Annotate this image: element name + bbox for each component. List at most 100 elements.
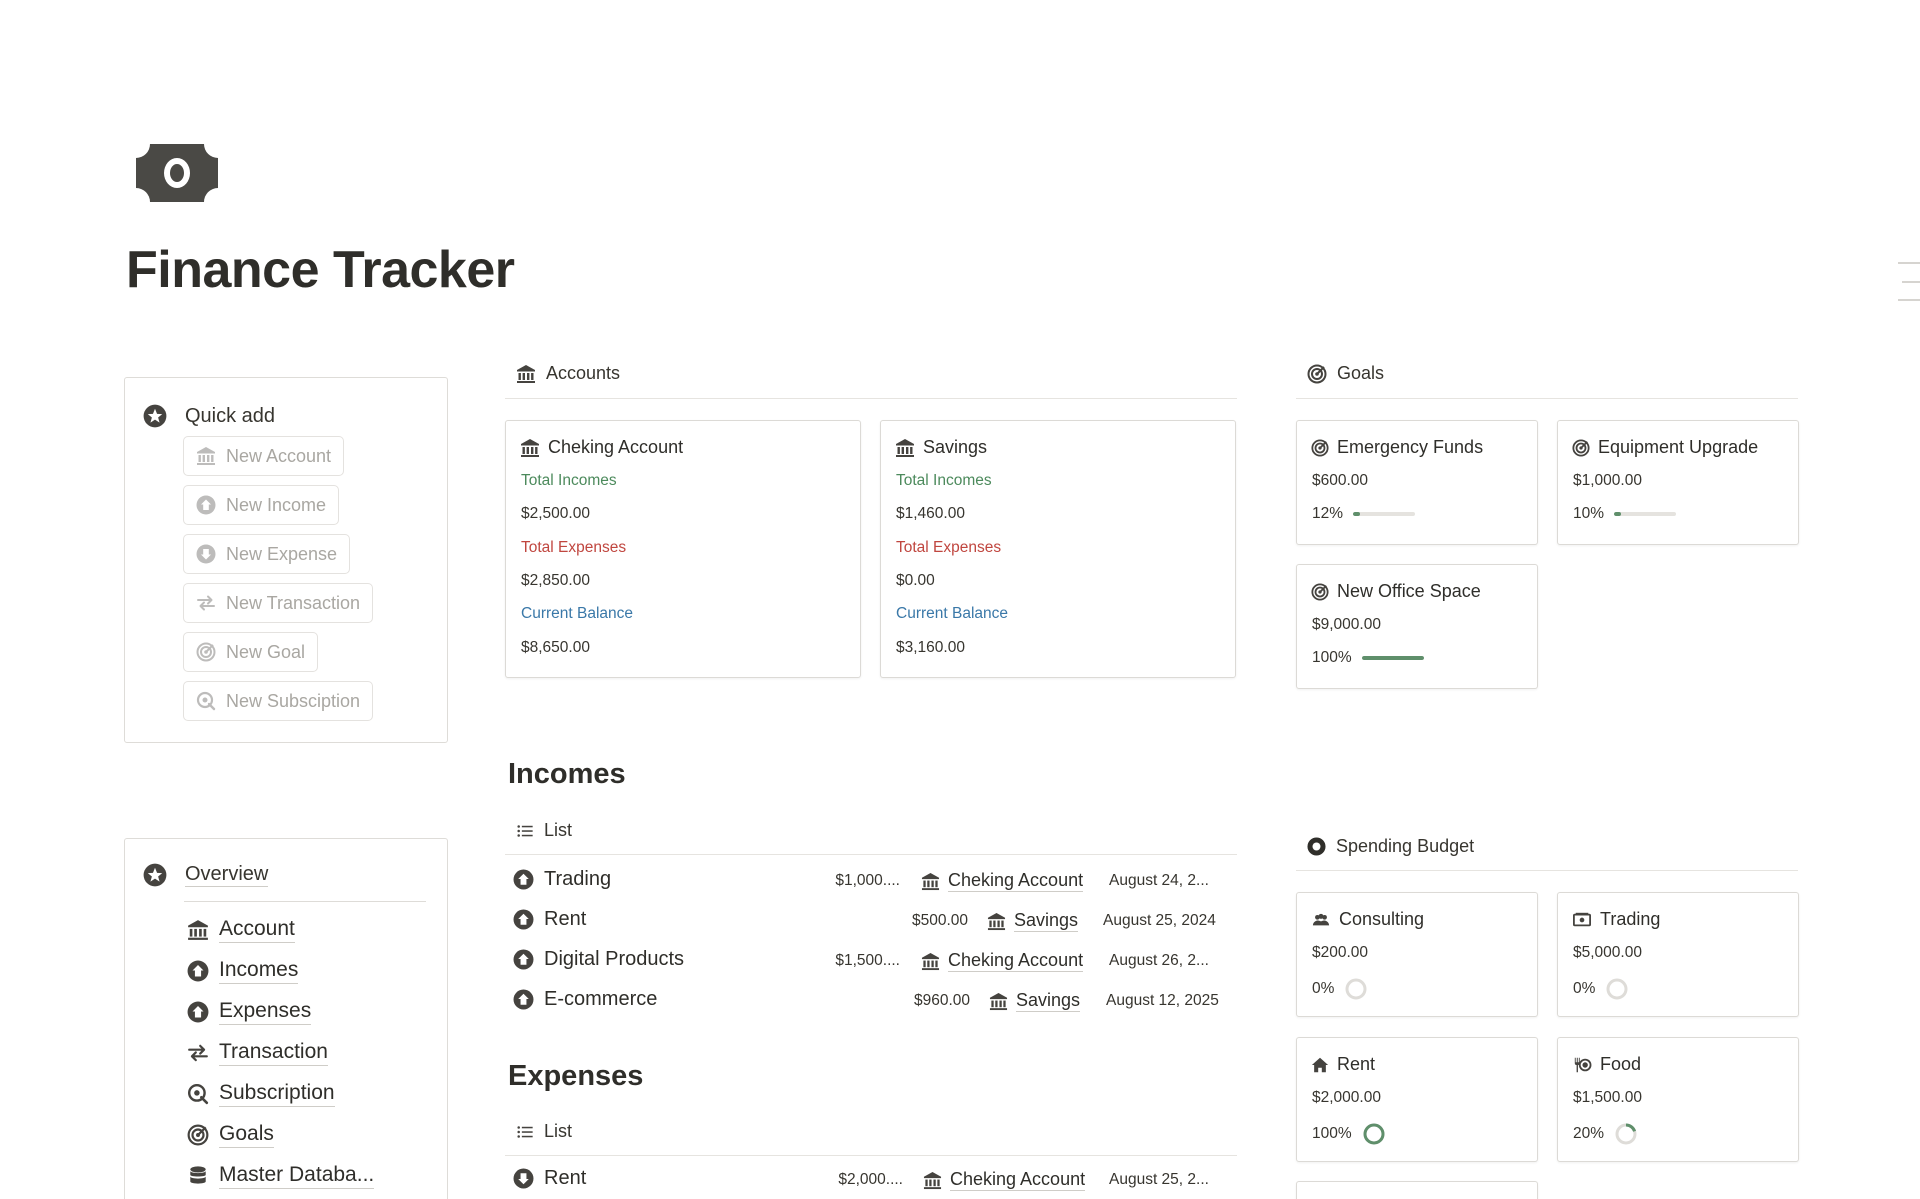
arrow-up-circle-icon <box>187 960 209 982</box>
goals-header[interactable]: Goals <box>1307 363 1384 384</box>
goal-amount: $600.00 <box>1312 472 1369 489</box>
goal-card-emergency-funds[interactable]: Emergency Funds $600.00 12% <box>1296 420 1538 545</box>
budget-percent: 20% <box>1573 1125 1605 1142</box>
people-icon <box>1311 911 1331 929</box>
budget-card-trading[interactable]: Trading $5,000.00 0% <box>1557 892 1799 1017</box>
new-transaction-button[interactable]: New Transaction <box>183 583 374 623</box>
toc-line[interactable] <box>1902 281 1920 283</box>
total-incomes-value: $2,500.00 <box>521 505 590 522</box>
target-icon <box>196 642 216 662</box>
overview-item-master-database[interactable]: Master Databa... <box>187 1163 375 1189</box>
budget-card-consulting[interactable]: Consulting $200.00 0% <box>1296 892 1538 1017</box>
arrow-up-circle-icon <box>513 909 534 930</box>
target-icon <box>1311 439 1329 457</box>
goal-percent: 10% <box>1573 505 1605 522</box>
goal-card-new-office-space[interactable]: New Office Space $9,000.00 100% <box>1296 564 1538 689</box>
cash-icon <box>1572 911 1592 929</box>
bank-icon <box>895 438 915 458</box>
list-item[interactable]: Rent $500.00 Savings August 25, 2024 <box>505 902 1235 942</box>
incomes-view-tab-list[interactable]: List <box>516 820 572 841</box>
star-circle-icon <box>143 404 167 428</box>
overview-item-goals[interactable]: Goals <box>187 1122 274 1148</box>
expenses-view-tab-list[interactable]: List <box>516 1121 572 1142</box>
budget-card-food[interactable]: Food $1,500.00 20% <box>1557 1037 1799 1162</box>
total-expenses-label: Total Expenses <box>521 539 627 556</box>
overview-title[interactable]: Overview <box>185 863 269 887</box>
subscription-icon <box>187 1083 209 1105</box>
new-goal-button[interactable]: New Goal <box>183 632 319 672</box>
ring-fill <box>1363 1123 1385 1145</box>
arrow-down-circle-icon <box>513 1168 534 1189</box>
quick-add-panel: Quick add New Account New Income New Exp… <box>124 377 448 743</box>
total-expenses-label: Total Expenses <box>896 539 1002 556</box>
total-incomes-label: Total Incomes <box>521 472 617 489</box>
incomes-heading: Incomes <box>508 758 626 790</box>
budget-amount: $1,500.00 <box>1573 1089 1642 1106</box>
bank-icon <box>989 992 1008 1011</box>
goal-progress-bar <box>1353 512 1416 516</box>
goal-progress-bar <box>1361 656 1424 660</box>
bank-icon <box>187 919 209 941</box>
target-icon <box>1311 583 1329 601</box>
budget-amount: $200.00 <box>1312 944 1369 961</box>
list-icon <box>516 822 534 840</box>
budget-card-rent[interactable]: Rent $2,000.00 100% <box>1296 1037 1538 1162</box>
budget-progress-ring <box>1615 1123 1637 1145</box>
budget-card-partial[interactable] <box>1296 1181 1538 1199</box>
arrow-up-circle-icon <box>196 495 216 515</box>
goal-percent: 12% <box>1312 505 1344 522</box>
goal-card-equipment-upgrade[interactable]: Equipment Upgrade $1,000.00 10% <box>1557 420 1799 545</box>
budget-amount: $5,000.00 <box>1573 944 1642 961</box>
spending-budget-header[interactable]: Spending Budget <box>1307 836 1474 857</box>
bank-icon <box>520 438 540 458</box>
budget-percent: 100% <box>1312 1125 1352 1142</box>
goal-percent: 100% <box>1312 649 1352 666</box>
bank-icon <box>516 364 536 384</box>
goal-amount: $1,000.00 <box>1573 472 1642 489</box>
overview-item-account[interactable]: Account <box>187 917 295 943</box>
target-icon <box>187 1124 209 1146</box>
new-income-button[interactable]: New Income <box>183 485 340 525</box>
bank-icon <box>987 912 1006 931</box>
list-item[interactable]: Digital Products $1,500.... Cheking Acco… <box>505 942 1235 982</box>
arrow-up-circle-icon <box>513 869 534 890</box>
bank-icon <box>921 872 940 891</box>
new-subscription-button[interactable]: New Subsciption <box>183 681 374 721</box>
page-title: Finance Tracker <box>126 241 515 299</box>
accounts-header[interactable]: Accounts <box>516 363 620 384</box>
account-card-checking[interactable]: Cheking Account Total Incomes $2,500.00 … <box>505 420 861 678</box>
bank-icon <box>923 1171 942 1190</box>
overview-item-transaction[interactable]: Transaction <box>187 1040 328 1066</box>
goal-amount: $9,000.00 <box>1312 616 1381 633</box>
new-account-button[interactable]: New Account <box>183 436 345 476</box>
arrow-up-circle-icon <box>513 949 534 970</box>
incomes-list: Trading $1,000.... Cheking Account Augus… <box>505 862 1237 1032</box>
list-item[interactable]: Trading $1,000.... Cheking Account Augus… <box>505 862 1235 902</box>
overview-item-incomes[interactable]: Incomes <box>187 958 299 984</box>
list-icon <box>516 1123 534 1141</box>
overview-item-subscription[interactable]: Subscription <box>187 1081 335 1107</box>
star-circle-icon <box>143 863 167 887</box>
current-balance-label: Current Balance <box>896 605 1009 622</box>
budget-percent: 0% <box>1573 980 1596 997</box>
arrow-up-circle-icon <box>187 1001 209 1023</box>
database-icon <box>187 1165 209 1187</box>
list-item[interactable]: E-commerce $960.00 Savings August 12, 20… <box>505 982 1235 1022</box>
budget-circle-icon <box>1307 837 1326 856</box>
target-icon <box>1307 364 1327 384</box>
subscription-icon <box>196 691 216 711</box>
arrow-up-circle-icon <box>513 989 534 1010</box>
budget-progress-ring <box>1363 1123 1385 1145</box>
list-item[interactable]: Rent $2,000.... Cheking Account August 2… <box>505 1161 1235 1199</box>
transfer-icon <box>196 593 216 613</box>
toc-line[interactable] <box>1898 262 1920 264</box>
quick-add-title: Quick add <box>185 404 276 427</box>
toc-line[interactable] <box>1898 299 1920 301</box>
new-expense-button[interactable]: New Expense <box>183 534 351 574</box>
budget-percent: 0% <box>1312 980 1335 997</box>
bank-icon <box>196 446 216 466</box>
current-balance-value: $3,160.00 <box>896 639 965 656</box>
overview-item-expenses[interactable]: Expenses <box>187 999 312 1025</box>
account-card-savings[interactable]: Savings Total Incomes $1,460.00 Total Ex… <box>880 420 1236 678</box>
money-bill-icon[interactable] <box>136 144 218 202</box>
